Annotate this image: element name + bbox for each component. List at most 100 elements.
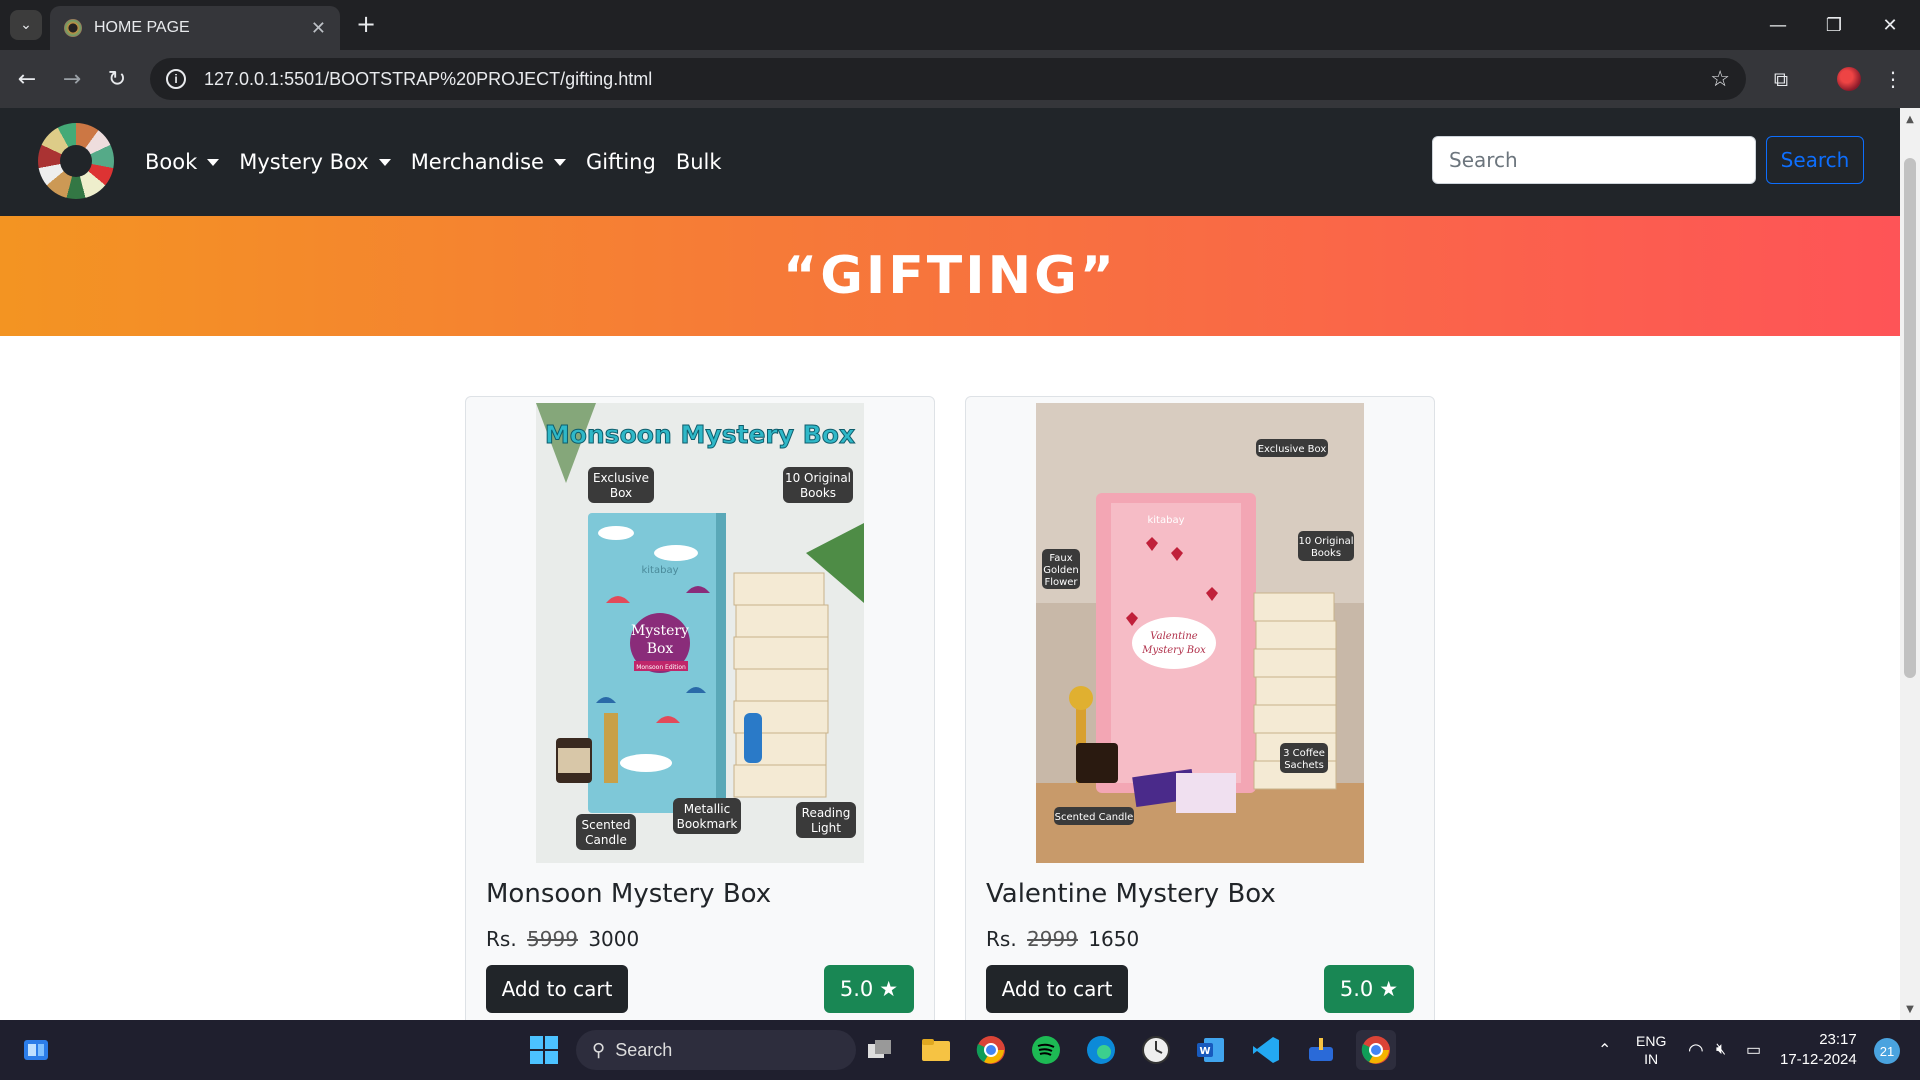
vscode-icon[interactable] xyxy=(1246,1030,1286,1070)
svg-text:Books: Books xyxy=(1311,548,1341,559)
current-price: 3000 xyxy=(588,927,640,951)
back-button[interactable]: ← xyxy=(10,62,44,96)
svg-text:Faux: Faux xyxy=(1049,553,1072,564)
notification-badge[interactable]: 21 xyxy=(1874,1038,1900,1064)
chrome-icon[interactable] xyxy=(971,1030,1011,1070)
edge-icon[interactable] xyxy=(1081,1030,1121,1070)
svg-text:Bookmark: Bookmark xyxy=(677,817,738,831)
game-app-icon[interactable] xyxy=(1301,1030,1341,1070)
profile-avatar[interactable] xyxy=(1832,62,1866,96)
product-image[interactable]: kitabay Valentine Mystery Box Exclusive … xyxy=(1036,403,1364,863)
scroll-down-arrow-icon[interactable]: ▼ xyxy=(1900,1000,1920,1018)
web-page: Book Mystery Box Merchandise Gifting Bul… xyxy=(0,108,1900,1020)
page-banner: “GIFTING” xyxy=(0,216,1900,336)
search-icon: ⚲ xyxy=(592,1039,606,1060)
nav-book[interactable]: Book xyxy=(145,150,220,174)
svg-text:Mystery Box: Mystery Box xyxy=(1141,645,1206,656)
product-image[interactable]: Monsoon Mystery Box kitabay Mystery Box … xyxy=(536,403,864,863)
product-title: Valentine Mystery Box xyxy=(986,879,1276,909)
svg-text:Valentine: Valentine xyxy=(1150,631,1197,642)
clock-app-icon[interactable] xyxy=(1136,1030,1176,1070)
browser-toolbar: ← → ↻ i 127.0.0.1:5501/BOOTSTRAP%20PROJE… xyxy=(0,50,1920,108)
wifi-icon[interactable]: ◠ xyxy=(1688,1020,1704,1080)
address-bar[interactable]: i 127.0.0.1:5501/BOOTSTRAP%20PROJECT/gif… xyxy=(150,58,1746,100)
rating-badge[interactable]: 5.0 ★ xyxy=(1324,965,1414,1013)
dropdown-caret-icon xyxy=(378,158,391,166)
product-card: Monsoon Mystery Box kitabay Mystery Box … xyxy=(465,396,935,1020)
product-price: Rs. 5999 3000 xyxy=(486,927,640,951)
old-price: 2999 xyxy=(1027,927,1078,951)
widgets-icon[interactable] xyxy=(16,1030,56,1070)
svg-text:Books: Books xyxy=(800,486,836,500)
svg-text:Monsoon Mystery Box: Monsoon Mystery Box xyxy=(545,420,855,449)
page-scrollbar[interactable]: ▲ ▼ xyxy=(1900,108,1920,1020)
svg-text:Scented: Scented xyxy=(582,818,631,832)
rating-badge[interactable]: 5.0 ★ xyxy=(824,965,914,1013)
file-explorer-icon[interactable] xyxy=(916,1030,956,1070)
svg-text:kitabay: kitabay xyxy=(641,565,678,576)
product-price: Rs. 2999 1650 xyxy=(986,927,1140,951)
spotify-icon[interactable] xyxy=(1026,1030,1066,1070)
svg-text:Metallic: Metallic xyxy=(684,802,730,816)
svg-text:Light: Light xyxy=(811,821,841,835)
svg-text:Reading: Reading xyxy=(802,806,851,820)
nav-gifting[interactable]: Gifting xyxy=(586,150,656,174)
reload-button[interactable]: ↻ xyxy=(100,62,134,96)
browser-menu-icon[interactable]: ⋮ xyxy=(1876,62,1910,96)
bookmark-star-icon[interactable]: ☆ xyxy=(1710,66,1730,92)
svg-text:Box: Box xyxy=(610,486,632,500)
windows-start-icon[interactable] xyxy=(524,1030,564,1070)
show-hidden-icons[interactable]: ⌃ xyxy=(1598,1020,1611,1080)
search-input[interactable] xyxy=(1432,136,1756,184)
svg-text:Scented Candle: Scented Candle xyxy=(1055,812,1134,823)
add-to-cart-button[interactable]: Add to cart xyxy=(986,965,1128,1013)
new-tab-button[interactable]: + xyxy=(352,10,380,38)
svg-text:Exclusive: Exclusive xyxy=(593,471,649,485)
minimize-button[interactable]: — xyxy=(1750,0,1806,50)
product-title: Monsoon Mystery Box xyxy=(486,879,772,909)
extensions-icon[interactable]: ⧉ xyxy=(1764,62,1798,96)
svg-text:10 Original: 10 Original xyxy=(1298,536,1353,547)
forward-button[interactable]: → xyxy=(55,62,89,96)
language-indicator[interactable]: ENG IN xyxy=(1636,1020,1666,1080)
svg-text:3 Coffee: 3 Coffee xyxy=(1283,748,1325,759)
battery-icon[interactable]: ▭ xyxy=(1746,1020,1761,1080)
dropdown-caret-icon xyxy=(207,158,220,166)
old-price: 5999 xyxy=(527,927,578,951)
close-tab-icon[interactable]: ✕ xyxy=(311,18,326,39)
site-favicon-icon xyxy=(64,19,82,37)
product-card: kitabay Valentine Mystery Box Exclusive … xyxy=(965,396,1435,1020)
svg-text:Exclusive Box: Exclusive Box xyxy=(1258,444,1327,455)
nav-links: Book Mystery Box Merchandise Gifting Bul… xyxy=(145,108,742,216)
chrome-active-icon[interactable] xyxy=(1356,1030,1396,1070)
svg-text:Mystery: Mystery xyxy=(631,623,689,639)
svg-text:Golden: Golden xyxy=(1043,565,1078,576)
tab-search-button[interactable]: ⌄ xyxy=(10,10,42,40)
browser-tab[interactable]: HOME PAGE ✕ xyxy=(50,6,340,50)
site-logo[interactable] xyxy=(38,123,114,199)
svg-text:Candle: Candle xyxy=(585,833,627,847)
nav-mystery-box[interactable]: Mystery Box xyxy=(239,150,391,174)
svg-text:Flower: Flower xyxy=(1044,577,1078,588)
tab-title: HOME PAGE xyxy=(94,19,190,36)
svg-text:W: W xyxy=(1199,1046,1210,1057)
close-window-button[interactable]: ✕ xyxy=(1862,0,1918,50)
system-clock[interactable]: 23:17 17-12-2024 xyxy=(1780,1030,1857,1070)
star-icon: ★ xyxy=(1379,977,1399,1001)
nav-merchandise[interactable]: Merchandise xyxy=(411,150,566,174)
svg-text:Box: Box xyxy=(647,641,674,657)
word-icon[interactable]: W xyxy=(1191,1030,1231,1070)
task-view-icon[interactable] xyxy=(860,1030,900,1070)
scroll-up-arrow-icon[interactable]: ▲ xyxy=(1900,110,1920,128)
volume-muted-icon[interactable]: 🔇︎ xyxy=(1716,1020,1726,1080)
star-icon: ★ xyxy=(879,977,899,1001)
site-info-icon[interactable]: i xyxy=(166,69,186,89)
nav-bulk[interactable]: Bulk xyxy=(676,150,722,174)
restore-button[interactable]: ❐ xyxy=(1806,0,1862,50)
add-to-cart-button[interactable]: Add to cart xyxy=(486,965,628,1013)
search-button[interactable]: Search xyxy=(1766,136,1864,184)
svg-text:Monsoon Edition: Monsoon Edition xyxy=(636,664,686,671)
browser-tab-bar: ⌄ HOME PAGE ✕ + — ❐ ✕ xyxy=(0,0,1920,50)
scrollbar-thumb[interactable] xyxy=(1904,158,1916,678)
taskbar-search[interactable]: ⚲ Search xyxy=(576,1030,856,1070)
